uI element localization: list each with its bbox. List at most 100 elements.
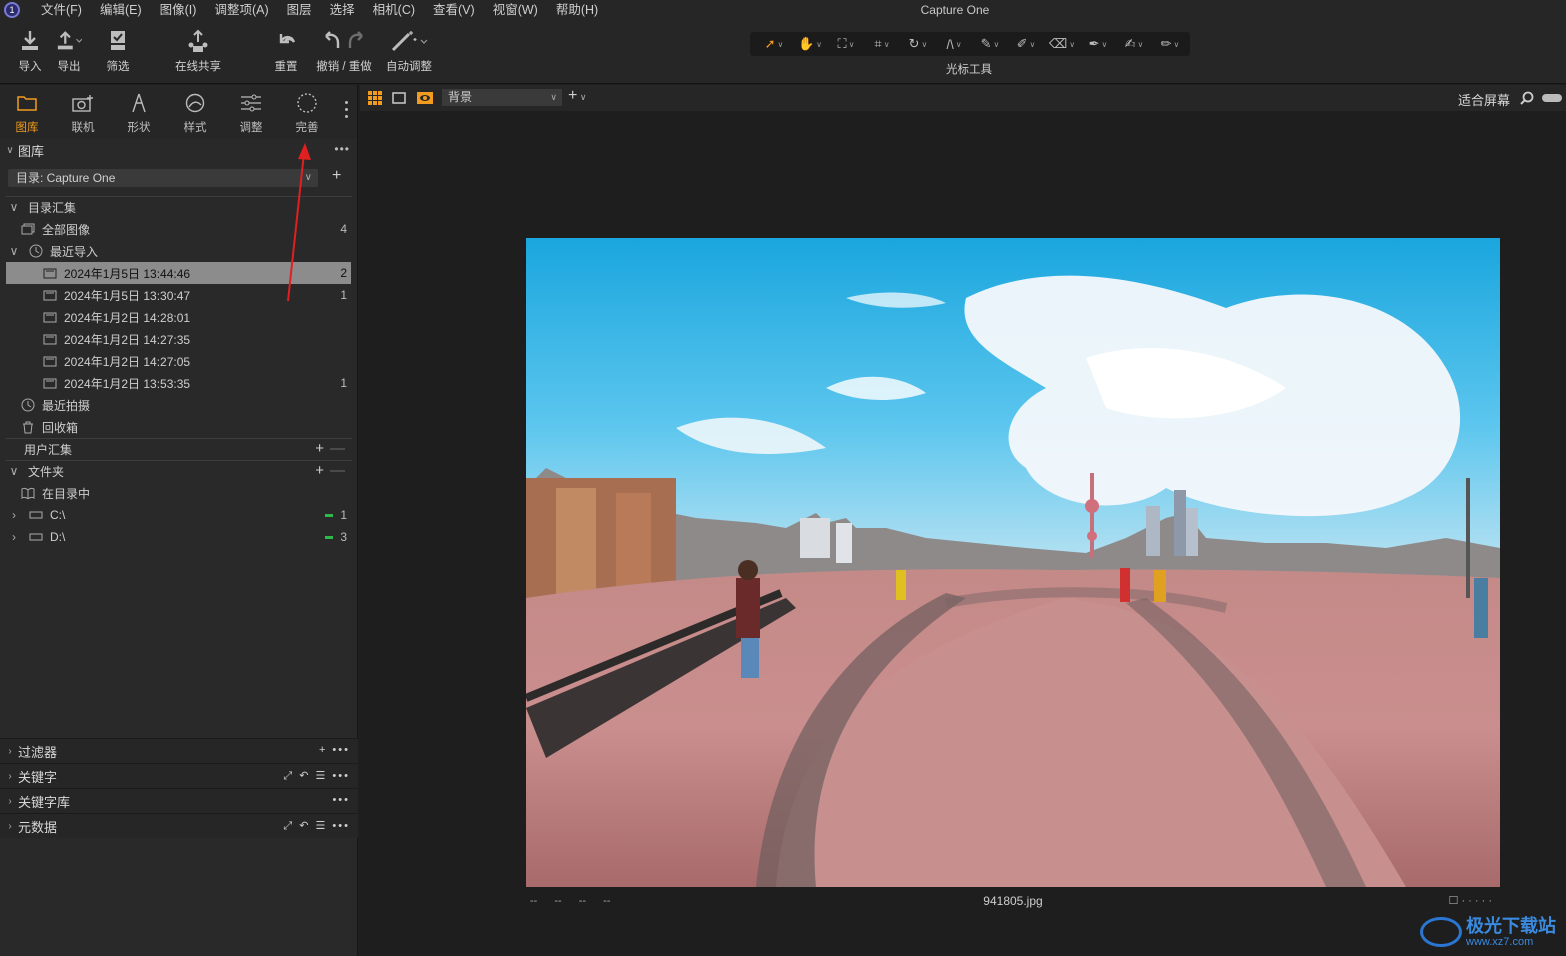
proof-view-icon[interactable] — [417, 91, 433, 105]
folder-icon — [14, 91, 40, 115]
tab-library[interactable]: 图库 — [2, 91, 52, 135]
menu-adjustments[interactable]: 调整项(A) — [205, 0, 277, 20]
catalog-dropdown[interactable]: 目录: Capture One ∨ — [8, 169, 318, 187]
user-collections-node[interactable]: 用户汇集 + — — [6, 438, 351, 460]
chevron-down-icon: ∨ — [9, 464, 19, 478]
menu-layers[interactable]: 图层 — [278, 0, 321, 20]
collapsed-sections: › 过滤器 + ••• › 关键字 ⤢ ↶ ☰ ••• › 关键字库 ••• ›… — [0, 738, 358, 838]
spot-removal-tool[interactable]: ✎ ∨ — [972, 33, 1008, 55]
erase-tool[interactable]: ⌫ ∨ — [1044, 33, 1080, 55]
auto-adjust-button[interactable]: 自动调整 — [386, 28, 432, 74]
more-options-icon[interactable]: ••• — [334, 142, 350, 156]
select-cursor-tool[interactable]: ➚ ∨ — [756, 33, 792, 55]
folders-node[interactable]: ∨ 文件夹 + — — [6, 460, 351, 482]
recent-captures-item[interactable]: 最近拍摄 — [6, 394, 351, 416]
trash-item[interactable]: 回收箱 — [6, 416, 351, 438]
sliders-icon — [238, 91, 264, 115]
menu-camera[interactable]: 相机(C) — [364, 0, 424, 20]
main-toolbar: 导入 导出 筛选 在线共享 重置 撤销 / 重做 自动调整 ➚ ∨ ✋ ∨ ⛶ … — [0, 20, 1566, 84]
undo-redo-button[interactable]: 撤销 / 重做 — [314, 28, 374, 74]
add-collection-button[interactable]: + — [315, 440, 324, 457]
remove-collection-button[interactable]: — — [330, 440, 345, 457]
draw-tool[interactable]: ✏ ∨ — [1152, 33, 1188, 55]
heal-tool[interactable]: ✐ ∨ — [1008, 33, 1044, 55]
chevron-down-icon: ∨ — [9, 244, 19, 258]
section-actions[interactable]: ••• — [332, 794, 350, 806]
reset-button[interactable]: 重置 — [273, 28, 299, 74]
export-button[interactable]: 导出 — [56, 28, 82, 74]
chevron-down-icon: ∨ — [848, 39, 855, 49]
menu-window[interactable]: 视窗(W) — [484, 0, 547, 20]
rotate-tool[interactable]: ↻ ∨ — [900, 33, 936, 55]
keywords-section-header[interactable]: › 关键字 ⤢ ↶ ☰ ••• — [0, 763, 358, 788]
collection-icon — [42, 332, 58, 346]
loupe-tool[interactable]: ⛶ ∨ — [828, 33, 864, 55]
menu-help[interactable]: 帮助(H) — [547, 0, 607, 20]
add-catalog-button[interactable]: + — [332, 167, 341, 185]
checkbox-icon — [105, 28, 131, 54]
pan-tool[interactable]: ✋ ∨ — [792, 33, 828, 55]
menu-view[interactable]: 查看(V) — [424, 0, 484, 20]
metadata-section-header[interactable]: › 元数据 ⤢ ↶ ☰ ••• — [0, 813, 358, 838]
zoom-icon[interactable] — [1520, 91, 1534, 105]
menu-file[interactable]: 文件(F) — [32, 0, 91, 20]
chevron-down-icon: ∨ — [955, 39, 962, 49]
rating-controls[interactable]: ☐ · · · · · — [1449, 894, 1492, 907]
chevron-right-icon: › — [8, 795, 12, 807]
chevron-down-icon: ∨ — [993, 39, 1000, 49]
import-button[interactable]: 导入 — [17, 28, 43, 74]
grid-view-icon[interactable] — [368, 91, 382, 105]
eraser-icon: ⌫ — [1048, 36, 1068, 51]
chevron-down-icon: ∨ — [816, 39, 823, 49]
section-actions[interactable]: + ••• — [319, 744, 350, 756]
menu-image[interactable]: 图像(I) — [151, 0, 206, 20]
single-view-icon[interactable] — [392, 91, 406, 105]
watermark: 极光下载站 www.xz7.com — [1420, 916, 1556, 948]
add-variant-button[interactable]: + ∨ — [568, 87, 586, 105]
filters-section-header[interactable]: › 过滤器 + ••• — [0, 738, 358, 763]
chevron-right-icon: › — [8, 770, 12, 782]
menu-edit[interactable]: 编辑(E) — [91, 0, 151, 20]
chevron-down-icon: ∨ — [1137, 39, 1144, 49]
tab-refine[interactable]: 完善 — [282, 91, 332, 135]
reset-icon — [273, 28, 299, 54]
drive-c-item[interactable]: › C:\ 1 — [6, 504, 351, 526]
annotate-tool[interactable]: ✍ ∨ — [1116, 33, 1152, 55]
checkbox-icon[interactable]: ☐ — [1449, 895, 1459, 907]
import-session-item[interactable]: 2024年1月2日 14:27:05 — [6, 350, 351, 372]
chevron-right-icon: › — [8, 745, 12, 757]
import-session-item[interactable]: 2024年1月2日 14:27:35 — [6, 328, 351, 350]
import-session-item[interactable]: 2024年1月2日 13:53:35 1 — [6, 372, 351, 394]
tab-lens[interactable]: 形状 — [114, 91, 164, 135]
image-info-status: -- -- -- -- — [530, 895, 611, 907]
drive-d-item[interactable]: › D:\ 3 — [6, 526, 351, 548]
keyword-library-section-header[interactable]: › 关键字库 ••• — [0, 788, 358, 813]
section-actions[interactable]: ⤢ ↶ ☰ ••• — [283, 769, 350, 783]
collection-icon — [42, 354, 58, 368]
fit-to-screen-label[interactable]: 适合屏幕 — [1458, 90, 1510, 109]
magic-wand-icon — [387, 28, 431, 54]
share-button[interactable]: 在线共享 — [175, 28, 221, 74]
tab-adjust[interactable]: 调整 — [226, 91, 276, 135]
picker-tool[interactable]: ✒ ∨ — [1080, 33, 1116, 55]
background-dropdown[interactable]: 背景 ∨ — [442, 89, 562, 106]
chevron-down-icon: ∨ — [1029, 39, 1036, 49]
drive-icon — [28, 530, 44, 544]
crop-tool[interactable]: ⌗ ∨ — [864, 33, 900, 55]
zoom-slider[interactable] — [1542, 94, 1562, 102]
stack-icon — [20, 222, 36, 236]
remove-folder-button[interactable]: — — [330, 462, 345, 479]
import-session-item[interactable]: 2024年1月2日 14:28:01 — [6, 306, 351, 328]
in-catalog-item[interactable]: 在目录中 — [6, 482, 351, 504]
add-folder-button[interactable]: + — [315, 462, 324, 479]
viewer-toolbar: 背景 ∨ + ∨ 适合屏幕 — [360, 85, 1566, 111]
tab-styles[interactable]: 样式 — [170, 91, 220, 135]
tab-tethered[interactable]: 联机 — [58, 91, 108, 135]
filter-button[interactable]: 筛选 — [105, 28, 131, 74]
section-actions[interactable]: ⤢ ↶ ☰ ••• — [283, 819, 350, 833]
keystone-tool[interactable]: /\ ∨ — [936, 33, 972, 55]
more-options-icon[interactable] — [345, 101, 349, 122]
left-tool-panel: 图库 联机 形状 样式 调整 完善 ∨ 图库 ••• 目录: Capture O… — [0, 85, 358, 956]
menu-select[interactable]: 选择 — [321, 0, 364, 20]
main-photo — [526, 238, 1500, 887]
